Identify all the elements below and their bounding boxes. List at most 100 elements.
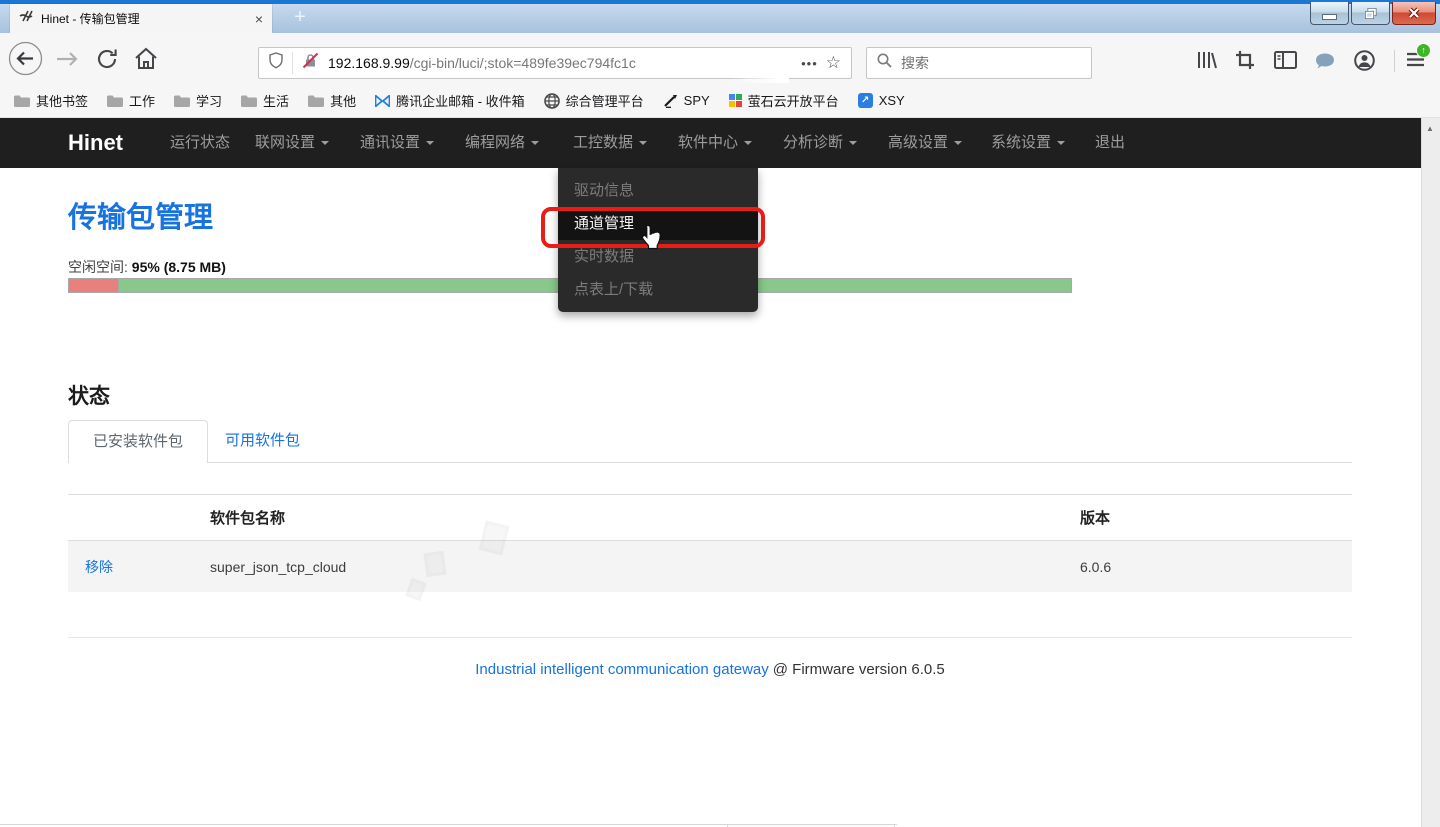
nav-item-advanced-settings[interactable]: 高级设置 — [888, 118, 962, 168]
page-title: 传输包管理 — [68, 194, 213, 236]
bookmark-tencent-mail[interactable]: 腾讯企业邮箱 - 收件箱 — [375, 91, 525, 110]
folder-icon — [107, 95, 123, 107]
close-icon — [1407, 7, 1421, 19]
sidebar-toggle-icon[interactable] — [1274, 51, 1297, 74]
nav-item-analysis-diagnosis[interactable]: 分析诊断 — [783, 118, 857, 168]
tab-title: Hinet - 传输包管理 — [41, 10, 247, 27]
close-button[interactable] — [1392, 2, 1436, 25]
bookmark-ezviz-platform[interactable]: 萤石云开放平台 — [729, 91, 839, 110]
gateway-link[interactable]: Industrial intelligent communication gat… — [475, 661, 769, 678]
home-button[interactable] — [134, 47, 158, 75]
color-grid-icon — [729, 94, 742, 107]
minimize-button[interactable] — [1310, 2, 1349, 25]
nav-item-system-settings[interactable]: 系统设置 — [991, 118, 1065, 168]
chevron-down-icon — [639, 141, 647, 145]
screen: Hinet - 传输包管理 × + — [0, 0, 1440, 827]
bookmark-folder-misc[interactable]: 其他 — [308, 91, 356, 110]
chevron-down-icon — [849, 141, 857, 145]
bookmark-folder-other-bookmarks[interactable]: 其他书签 — [14, 91, 88, 110]
remove-link[interactable]: 移除 — [85, 559, 113, 575]
brand-logo[interactable]: Hinet — [68, 118, 123, 168]
browser-toolbar: 192.168.9.99/cgi-bin/luci/;stok=489fe39e… — [0, 33, 1440, 84]
globe-icon — [544, 93, 560, 109]
bookmark-management-platform[interactable]: 综合管理平台 — [544, 91, 644, 110]
url-bar[interactable]: 192.168.9.99/cgi-bin/luci/;stok=489fe39e… — [258, 47, 852, 79]
free-space-text: 空闲空间: 95% (8.75 MB) — [68, 257, 226, 277]
chevron-down-icon — [954, 141, 962, 145]
folder-icon — [308, 95, 324, 107]
status-heading: 状态 — [68, 380, 110, 410]
mouse-cursor — [640, 224, 662, 255]
watermark — [423, 551, 446, 578]
packages-table: 软件包名称 版本 移除 super_json_tcp_cloud 6.0.6 — [68, 494, 1352, 592]
site-navbar: Hinet 运行状态 联网设置 通讯设置 编程网络 工控数据 软件中心 分析诊断… — [0, 118, 1421, 168]
page-actions-icon[interactable]: ••• — [793, 56, 826, 71]
tencent-mail-icon — [375, 95, 390, 107]
tab-close-icon[interactable]: × — [255, 12, 263, 26]
url-text: 192.168.9.99/cgi-bin/luci/;stok=489fe39e… — [328, 55, 793, 71]
nav-item-network-settings[interactable]: 联网设置 — [255, 118, 329, 168]
tab-installed-packages[interactable]: 已安装软件包 — [68, 420, 208, 463]
vertical-scrollbar[interactable]: ▲ — [1421, 118, 1440, 827]
bookmark-star-icon[interactable]: ☆ — [826, 53, 851, 73]
bookmark-spy[interactable]: SPY — [663, 93, 710, 108]
chevron-down-icon — [531, 141, 539, 145]
folder-icon — [241, 95, 257, 107]
toolbar-separator — [1394, 50, 1395, 72]
message-bubble-icon[interactable] — [1314, 52, 1337, 75]
search-input[interactable] — [899, 54, 1063, 72]
blue-arrow-icon: ↗ — [858, 93, 873, 108]
search-icon — [877, 53, 892, 73]
package-name-cell: super_json_tcp_cloud — [210, 559, 1080, 575]
tracking-protection-shield-icon[interactable] — [259, 52, 292, 74]
chevron-down-icon — [321, 141, 329, 145]
account-icon[interactable] — [1354, 50, 1375, 76]
nav-item-logout[interactable]: 退出 — [1095, 118, 1125, 168]
dart-icon — [663, 94, 678, 108]
tab-available-packages[interactable]: 可用软件包 — [208, 420, 317, 462]
minimize-icon — [1322, 14, 1337, 20]
chevron-down-icon — [1057, 141, 1065, 145]
restore-button[interactable] — [1351, 2, 1390, 25]
dropdown-item-driver-info[interactable]: 驱动信息 — [558, 174, 758, 207]
update-badge-icon: ↑ — [1416, 43, 1431, 58]
bookmark-xsy[interactable]: ↗ XSY — [858, 93, 905, 108]
folder-icon — [174, 95, 190, 107]
screenshot-icon[interactable] — [1235, 50, 1255, 75]
window-controls — [1310, 2, 1436, 25]
nav-item-software-center[interactable]: 软件中心 — [678, 118, 752, 168]
search-bar[interactable] — [866, 47, 1092, 79]
scroll-up-arrow-icon[interactable]: ▲ — [1426, 124, 1434, 133]
new-tab-button[interactable]: + — [284, 4, 316, 33]
library-icon[interactable] — [1196, 50, 1218, 75]
reload-button[interactable] — [96, 48, 118, 75]
dropdown-item-point-table-updown[interactable]: 点表上/下载 — [558, 273, 758, 306]
bookmark-folder-life[interactable]: 生活 — [241, 91, 289, 110]
forward-button[interactable] — [55, 51, 81, 72]
package-tabs: 已安装软件包 可用软件包 — [68, 420, 1352, 463]
nav-item-comm-settings[interactable]: 通讯设置 — [360, 118, 434, 168]
page-footer: Industrial intelligent communication gat… — [68, 661, 1352, 678]
nav-item-programming-network[interactable]: 编程网络 — [465, 118, 539, 168]
restore-icon — [1364, 7, 1378, 20]
firmware-version-text: @ Firmware version 6.0.5 — [773, 661, 945, 678]
chevron-down-icon — [426, 141, 434, 145]
name-column-header: 软件包名称 — [210, 507, 1080, 528]
table-row: 移除 super_json_tcp_cloud 6.0.6 — [68, 541, 1352, 592]
package-version-cell: 6.0.6 — [1080, 559, 1335, 575]
back-button[interactable] — [8, 41, 43, 81]
page-content: Hinet 运行状态 联网设置 通讯设置 编程网络 工控数据 软件中心 分析诊断… — [0, 118, 1421, 827]
bookmark-folder-study[interactable]: 学习 — [174, 91, 222, 110]
chevron-down-icon — [744, 141, 752, 145]
version-column-header: 版本 — [1080, 507, 1335, 528]
insecure-lock-icon[interactable] — [292, 52, 328, 74]
nav-item-industrial-data[interactable]: 工控数据 — [573, 118, 647, 168]
footer-divider — [68, 637, 1352, 638]
nav-item-running-status[interactable]: 运行状态 — [170, 118, 230, 168]
bookmark-folder-work[interactable]: 工作 — [107, 91, 155, 110]
url-fade — [729, 63, 789, 83]
table-header-row: 软件包名称 版本 — [68, 494, 1352, 541]
browser-tab[interactable]: Hinet - 传输包管理 × — [10, 4, 272, 33]
progress-used — [69, 279, 119, 292]
bookmarks-bar: 其他书签 工作 学习 生活 其他 腾讯企业邮箱 - 收件箱 综合管理平台 SP — [0, 84, 1440, 118]
